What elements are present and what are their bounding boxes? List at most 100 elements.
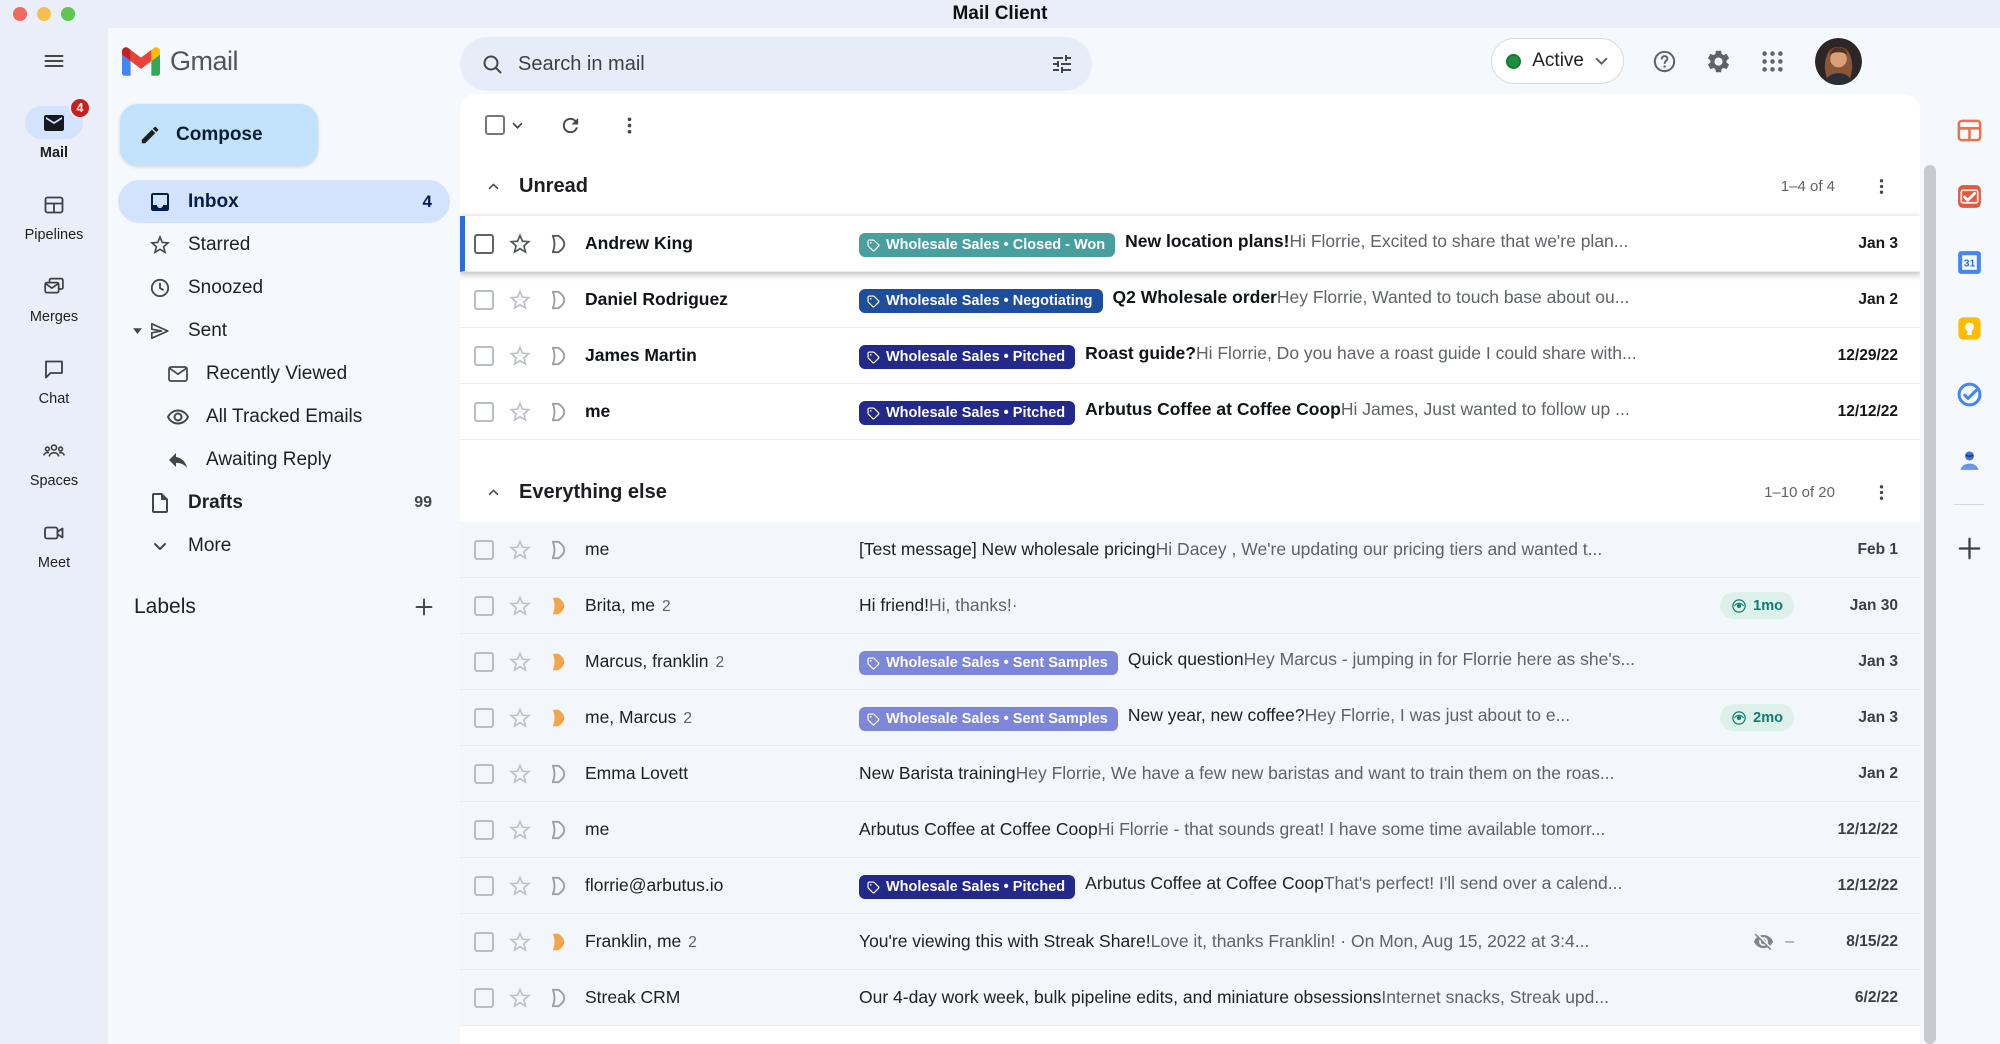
main-menu-button[interactable] [0, 28, 108, 94]
row-checkbox[interactable] [474, 764, 494, 784]
streak-pipeline-icon[interactable] [546, 232, 570, 256]
row-checkbox[interactable] [474, 346, 494, 366]
streak-pipeline-icon[interactable] [546, 538, 570, 562]
apps-grid-icon[interactable] [1759, 48, 1786, 75]
settings-gear-icon[interactable] [1705, 48, 1732, 75]
row-checkbox[interactable] [474, 596, 494, 616]
email-row-me-marcus-3[interactable]: me, Marcus 2 Wholesale Sales • Sent Samp… [460, 690, 1920, 746]
email-row-andrew-king-0[interactable]: Andrew King Wholesale Sales • Closed - W… [460, 216, 1920, 272]
pipeline-stage-badge[interactable]: Wholesale Sales • Sent Samples [859, 707, 1118, 731]
expander-icon[interactable] [126, 325, 148, 336]
star-icon[interactable] [507, 537, 533, 563]
star-icon[interactable] [507, 649, 533, 675]
star-icon[interactable] [507, 343, 533, 369]
email-row-brita-me-1[interactable]: Brita, me 2 Hi friend!Hi, thanks!· 1moJa… [460, 578, 1920, 634]
contacts-icon[interactable] [1955, 446, 1984, 475]
refresh-icon[interactable] [559, 114, 582, 137]
streak-pipeline-icon[interactable] [546, 344, 570, 368]
section-more-icon[interactable] [1871, 176, 1892, 197]
streak-pipeline-icon[interactable] [546, 288, 570, 312]
rail-item-spaces[interactable]: Spaces [25, 434, 83, 489]
section-collapse-icon[interactable] [485, 484, 502, 501]
streak-pipelines-icon[interactable] [1955, 116, 1984, 145]
nav-item-recently-viewed[interactable]: Recently Viewed [118, 352, 450, 395]
status-dropdown[interactable]: Active [1491, 38, 1624, 84]
row-checkbox[interactable] [474, 876, 494, 896]
email-row-me-5[interactable]: me Arbutus Coffee at Coffee CoopHi Florr… [460, 802, 1920, 858]
pipeline-stage-badge[interactable]: Wholesale Sales • Sent Samples [859, 651, 1118, 675]
pipeline-stage-badge[interactable]: Wholesale Sales • Closed - Won [859, 233, 1115, 257]
pipeline-stage-badge[interactable]: Wholesale Sales • Pitched [859, 401, 1075, 425]
nav-item-awaiting-reply[interactable]: Awaiting Reply [118, 438, 450, 481]
help-icon[interactable] [1651, 48, 1678, 75]
search-input[interactable] [504, 53, 1040, 76]
streak-shared-pipeline-icon[interactable] [546, 594, 570, 618]
row-checkbox[interactable] [474, 708, 494, 728]
row-checkbox[interactable] [474, 290, 494, 310]
row-checkbox[interactable] [474, 988, 494, 1008]
streak-mail-merge-icon[interactable] [1955, 182, 1984, 211]
star-icon[interactable] [507, 985, 533, 1011]
star-icon[interactable] [507, 287, 533, 313]
row-checkbox[interactable] [474, 402, 494, 422]
star-icon[interactable] [507, 929, 533, 955]
nav-item-drafts[interactable]: Drafts99 [118, 481, 450, 524]
email-row-me-3[interactable]: me Wholesale Sales • PitchedArbutus Coff… [460, 384, 1920, 440]
rail-item-meet[interactable]: Meet [25, 516, 83, 571]
section-collapse-icon[interactable] [485, 178, 502, 195]
pipeline-stage-badge[interactable]: Wholesale Sales • Pitched [859, 345, 1075, 369]
keep-icon[interactable] [1955, 314, 1984, 343]
row-checkbox[interactable] [474, 540, 494, 560]
streak-pipeline-icon[interactable] [546, 874, 570, 898]
row-checkbox[interactable] [474, 932, 494, 952]
star-icon[interactable] [507, 231, 533, 257]
email-row-daniel-rodriguez-1[interactable]: Daniel Rodriguez Wholesale Sales • Negot… [460, 272, 1920, 328]
zoom-window-button[interactable] [61, 7, 75, 21]
streak-pipeline-icon[interactable] [546, 986, 570, 1010]
streak-pipeline-icon[interactable] [546, 762, 570, 786]
close-window-button[interactable] [13, 7, 27, 21]
rail-item-pipelines[interactable]: Pipelines [25, 188, 84, 243]
star-icon[interactable] [507, 817, 533, 843]
streak-shared-pipeline-icon[interactable] [546, 706, 570, 730]
email-row-emma-lovett-4[interactable]: Emma Lovett New Barista trainingHey Flor… [460, 746, 1920, 802]
star-icon[interactable] [507, 705, 533, 731]
nav-item-starred[interactable]: Starred [118, 223, 450, 266]
row-checkbox[interactable] [474, 652, 494, 672]
email-row-james-martin-2[interactable]: James Martin Wholesale Sales • PitchedRo… [460, 328, 1920, 384]
pipeline-stage-badge[interactable]: Wholesale Sales • Pitched [859, 875, 1075, 899]
email-row-florrie-arbutus-io-6[interactable]: florrie@arbutus.io Wholesale Sales • Pit… [460, 858, 1920, 914]
email-row-marcus-franklin-2[interactable]: Marcus, franklin 2 Wholesale Sales • Sen… [460, 634, 1920, 690]
row-checkbox[interactable] [474, 234, 494, 254]
get-addons-icon[interactable] [1955, 534, 1984, 563]
star-icon[interactable] [507, 399, 533, 425]
select-all-control[interactable] [485, 115, 523, 135]
star-icon[interactable] [507, 761, 533, 787]
nav-item-all-tracked-emails[interactable]: All Tracked Emails [118, 395, 450, 438]
nav-item-inbox[interactable]: Inbox4 [118, 180, 450, 223]
email-row-franklin-me-7[interactable]: Franklin, me 2 You're viewing this with … [460, 914, 1920, 970]
streak-pipeline-icon[interactable] [546, 818, 570, 842]
nav-item-snoozed[interactable]: Snoozed [118, 266, 450, 309]
star-icon[interactable] [507, 593, 533, 619]
email-row-streak-crm-8[interactable]: Streak CRM Our 4-day work week, bulk pip… [460, 970, 1920, 1026]
search-icon[interactable] [480, 52, 504, 76]
vertical-scrollbar[interactable] [1924, 165, 1936, 1044]
email-row-me-0[interactable]: me [Test message] New wholesale pricingH… [460, 522, 1920, 578]
nav-item-more[interactable]: More [118, 524, 450, 567]
nav-item-sent[interactable]: Sent [118, 309, 450, 352]
calendar-icon[interactable]: 31 [1955, 248, 1984, 277]
rail-item-merges[interactable]: Merges [25, 270, 83, 325]
minimize-window-button[interactable] [37, 7, 51, 21]
section-more-icon[interactable] [1871, 482, 1892, 503]
pipeline-stage-badge[interactable]: Wholesale Sales • Negotiating [859, 289, 1103, 313]
compose-button[interactable]: Compose [120, 104, 318, 166]
more-vert-icon[interactable] [618, 114, 641, 137]
streak-pipeline-icon[interactable] [546, 400, 570, 424]
rail-item-chat[interactable]: Chat [25, 352, 83, 407]
search-filters-button[interactable] [1040, 42, 1084, 86]
rail-item-mail[interactable]: 4Mail [25, 106, 83, 161]
star-icon[interactable] [507, 873, 533, 899]
add-label-button[interactable] [412, 595, 436, 619]
user-avatar[interactable] [1815, 38, 1862, 85]
